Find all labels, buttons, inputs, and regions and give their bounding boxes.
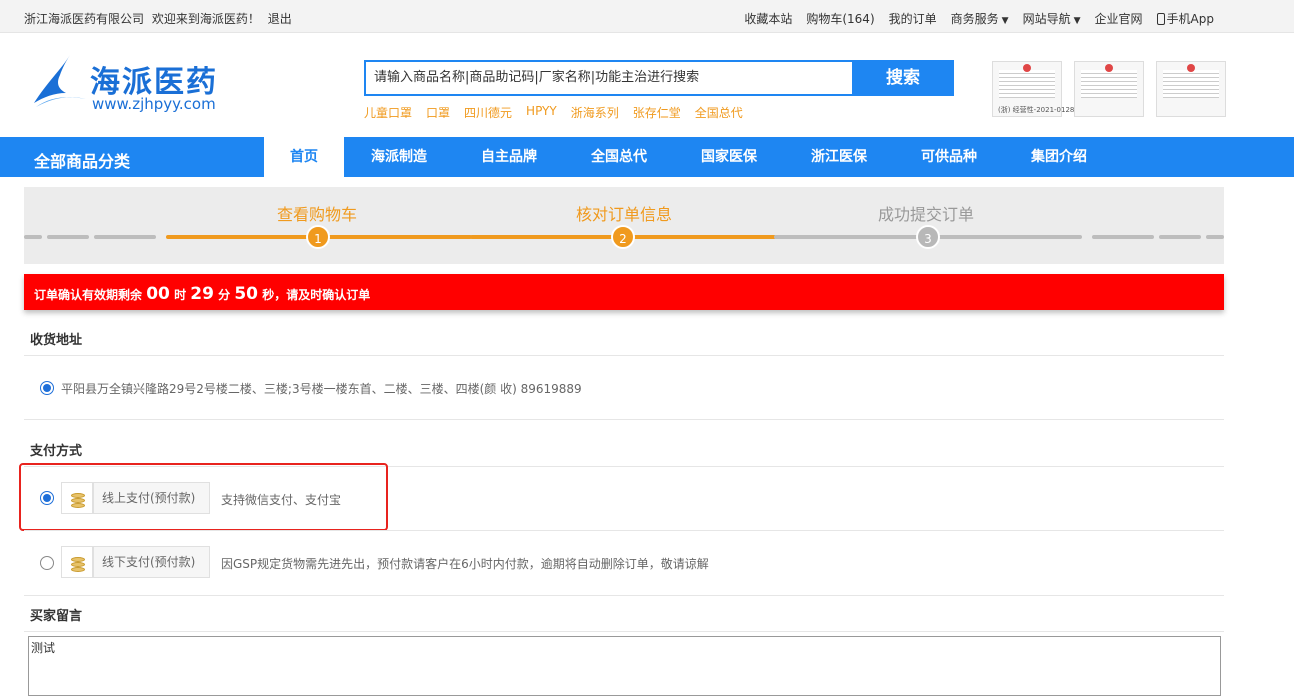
checkout-steps: 查看购物车 核对订单信息 成功提交订单 1 2 3	[24, 187, 1224, 264]
track-dash	[1092, 235, 1154, 239]
step-label-1: 查看购物车	[277, 205, 358, 224]
certificate-image[interactable]	[1156, 61, 1226, 117]
order-countdown-bar: 订单确认有效期剩余 00 时 29 分 50 秒，请及时确认订单	[24, 274, 1224, 310]
search-button[interactable]: 搜索	[852, 60, 954, 96]
nav-item-haipai-made[interactable]: 海派制造	[344, 137, 454, 177]
divider	[24, 530, 1224, 531]
step-label-2: 核对订单信息	[576, 205, 673, 224]
company-name: 浙江海派医药有限公司	[24, 12, 145, 26]
nav-item-national-insurance[interactable]: 国家医保	[674, 137, 784, 177]
corporate-site-link[interactable]: 企业官网	[1095, 10, 1143, 27]
nav-items: 首页 海派制造 自主品牌 全国总代 国家医保 浙江医保 可供品种 集团介绍	[264, 137, 1114, 177]
logo-url: www.zjhpyy.com	[92, 95, 216, 113]
logout-link[interactable]: 退出	[268, 12, 292, 26]
track-dash	[1206, 235, 1224, 239]
nav-item-available-products[interactable]: 可供品种	[894, 137, 1004, 177]
main-nav: 全部商品分类 首页 海派制造 自主品牌 全国总代 国家医保 浙江医保 可供品种 …	[0, 137, 1294, 177]
offline-payment-option[interactable]: 线下支付(预付款)	[93, 546, 210, 578]
hot-keyword[interactable]: 浙海系列	[571, 104, 619, 121]
step-number-3: 3	[916, 225, 940, 249]
chevron-down-icon: ▼	[1001, 16, 1009, 26]
hot-keyword[interactable]: 张存仁堂	[633, 104, 681, 121]
track-dash	[1159, 235, 1201, 239]
address-section-title: 收货地址	[30, 333, 83, 348]
phone-icon	[1156, 13, 1165, 25]
top-bar-left: 浙江海派医药有限公司 欢迎来到海派医药！ 退出	[24, 10, 296, 27]
top-bar: 浙江海派医药有限公司 欢迎来到海派医药！ 退出 收藏本站 购物车(164) 我的…	[0, 0, 1294, 33]
logo-mark-icon	[34, 55, 86, 107]
search-input[interactable]: 请输入商品名称|商品助记码|厂家名称|功能主治进行搜索	[364, 60, 854, 96]
welcome-text: 欢迎来到海派医药！	[151, 12, 260, 26]
coins-icon	[61, 546, 93, 578]
nav-item-zhejiang-insurance[interactable]: 浙江医保	[784, 137, 894, 177]
countdown-hours: 00	[146, 284, 170, 304]
top-bar-links: 收藏本站 购物车(164) 我的订单 商务服务 ▼ 网站导航 ▼ 企业官网 手机Ap…	[744, 10, 1214, 27]
countdown-seconds: 50	[234, 284, 258, 304]
buyer-message-title: 买家留言	[30, 609, 83, 624]
site-logo[interactable]: 海派医药 www.zjhpyy.com	[30, 53, 230, 123]
mobile-app-link[interactable]: 手机App	[1156, 10, 1214, 27]
track-dash	[24, 235, 42, 239]
all-categories-menu[interactable]: 全部商品分类	[34, 148, 130, 172]
business-services-menu[interactable]: 商务服务 ▼	[951, 10, 1009, 27]
hot-keyword[interactable]: 四川德元	[464, 104, 512, 121]
address-radio[interactable]	[40, 381, 54, 395]
divider	[24, 419, 1224, 420]
hot-keywords: 儿童口罩 口罩 四川德元 HPYY 浙海系列 张存仁堂 全国总代	[364, 104, 743, 121]
bookmark-link[interactable]: 收藏本站	[744, 10, 792, 27]
track-dash	[47, 235, 89, 239]
divider	[24, 631, 1224, 632]
buyer-message-textarea[interactable]: 测试	[28, 636, 1221, 696]
certificate-note: (浙) 经营性-2021-0128	[998, 106, 1075, 114]
offline-payment-desc: 因GSP规定货物需先进先出，预付款请客户在6小时内付款，逾期将自动删除订单，敬请…	[221, 557, 709, 571]
my-orders-link[interactable]: 我的订单	[889, 10, 937, 27]
hot-keyword[interactable]: 口罩	[426, 104, 450, 121]
chevron-down-icon: ▼	[1073, 16, 1081, 26]
offline-payment-radio[interactable]	[40, 556, 54, 570]
countdown-minutes: 29	[190, 284, 214, 304]
step-number-1: 1	[306, 225, 330, 249]
header: 海派医药 www.zjhpyy.com 请输入商品名称|商品助记码|厂家名称|功…	[0, 33, 1294, 137]
step-label-3: 成功提交订单	[878, 205, 975, 224]
highlight-box	[19, 463, 388, 531]
step-number-2: 2	[611, 225, 635, 249]
hot-keyword[interactable]: HPYY	[526, 104, 557, 121]
address-text: 平阳县万全镇兴隆路29号2号楼二楼、三楼;3号楼一楼东首、二楼、三楼、四楼(颜 …	[61, 382, 582, 396]
track-dash	[94, 235, 156, 239]
nav-item-own-brand[interactable]: 自主品牌	[454, 137, 564, 177]
hot-keyword[interactable]: 儿童口罩	[364, 104, 412, 121]
certificate-image[interactable]	[1074, 61, 1144, 117]
site-nav-menu[interactable]: 网站导航 ▼	[1023, 10, 1081, 27]
payment-section-title: 支付方式	[30, 444, 83, 459]
divider	[24, 355, 1224, 356]
cart-link[interactable]: 购物车(164)	[806, 10, 874, 27]
nav-item-group-intro[interactable]: 集团介绍	[1004, 137, 1114, 177]
nav-item-home[interactable]: 首页	[264, 137, 344, 177]
nav-item-national-agent[interactable]: 全国总代	[564, 137, 674, 177]
divider	[24, 595, 1224, 596]
countdown-text: 订单确认有效期剩余 00 时 29 分 50 秒，请及时确认订单	[34, 284, 371, 304]
hot-keyword[interactable]: 全国总代	[695, 104, 743, 121]
